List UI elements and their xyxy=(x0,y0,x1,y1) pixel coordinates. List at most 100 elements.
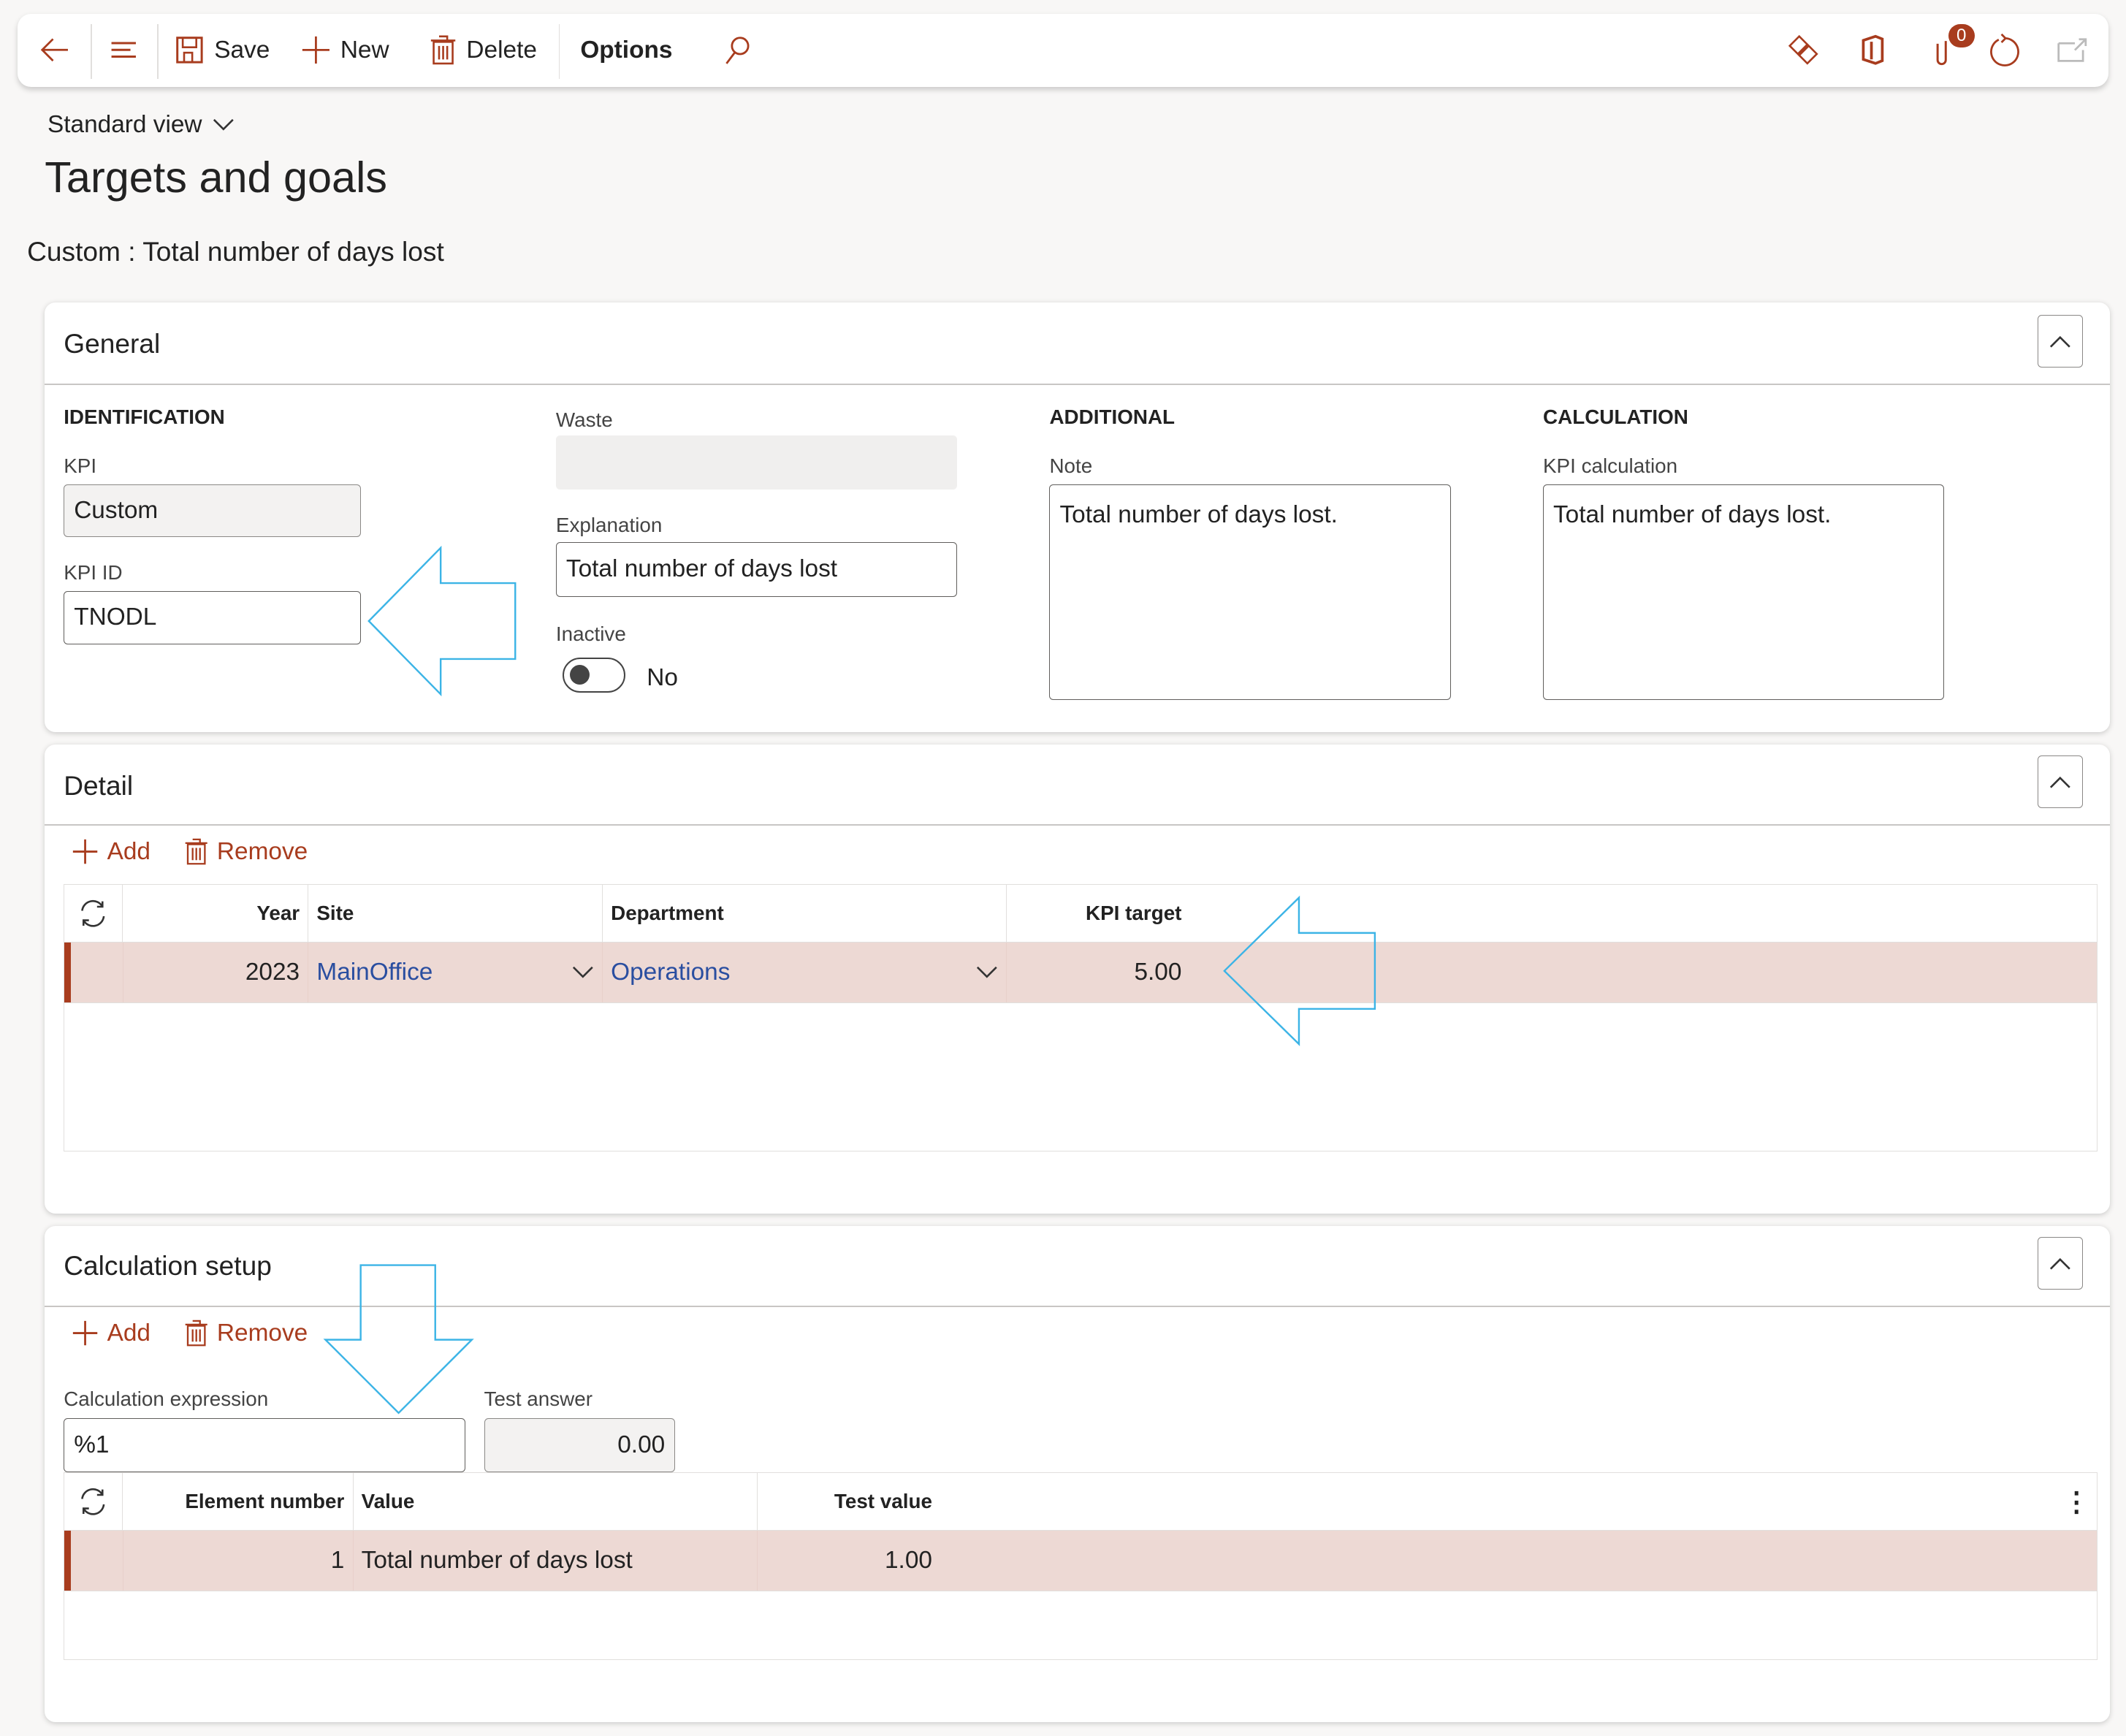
more-options-icon[interactable]: ⋮ xyxy=(2057,1473,2098,1530)
kpi-calculation-label: KPI calculation xyxy=(1543,454,1678,477)
department-link[interactable]: Operations xyxy=(611,959,730,986)
value-cell[interactable]: Total number of days lost xyxy=(354,1531,758,1591)
attachments-button[interactable]: 0 xyxy=(1929,14,1975,87)
calculation-elements-grid: Element number Value Test value ⋮ 1 Tota… xyxy=(64,1472,2098,1660)
calc-remove-button[interactable]: Remove xyxy=(184,1320,308,1347)
calc-add-button[interactable]: Add xyxy=(72,1320,151,1347)
column-value[interactable]: Value xyxy=(354,1473,758,1531)
kpi-calculation-field[interactable]: Total number of days lost. xyxy=(1543,484,1945,700)
new-label: New xyxy=(340,36,389,64)
inactive-label: Inactive xyxy=(555,622,626,645)
test-value-cell[interactable]: 1.00 xyxy=(758,1531,941,1591)
refresh-icon xyxy=(81,1488,105,1515)
popout-icon xyxy=(2057,38,2087,62)
year-cell[interactable]: 2023 xyxy=(123,942,309,1002)
trash-icon xyxy=(186,839,208,865)
chevron-down-icon[interactable] xyxy=(572,966,594,980)
plus-icon xyxy=(302,37,329,64)
chevron-down-icon xyxy=(213,118,235,131)
kpi-id-label: KPI ID xyxy=(64,561,123,585)
calculation-expression-label: Calculation expression xyxy=(64,1387,269,1410)
delete-label: Delete xyxy=(466,36,537,64)
detail-grid: Year Site Department KPI target 2023 Mai… xyxy=(64,884,2098,1151)
kpi-id-field[interactable]: TNODL xyxy=(64,591,361,644)
delete-button[interactable]: Delete xyxy=(430,14,537,87)
collapse-general-button[interactable] xyxy=(2038,314,2083,368)
power-apps-button[interactable] xyxy=(1787,14,1820,87)
refresh-button[interactable] xyxy=(1988,14,2023,87)
site-link[interactable]: MainOffice xyxy=(316,959,433,986)
menu-button[interactable] xyxy=(107,14,140,87)
test-answer-field[interactable]: 0.00 xyxy=(484,1418,676,1473)
hamburger-icon xyxy=(111,42,136,58)
site-cell[interactable]: MainOffice xyxy=(308,942,603,1002)
remove-label: Remove xyxy=(216,837,308,865)
office-icon xyxy=(1862,35,1883,66)
plus-icon xyxy=(73,1321,98,1346)
detail-remove-button[interactable]: Remove xyxy=(184,838,308,866)
column-kpi-target[interactable]: KPI target xyxy=(1007,885,1190,942)
calculation-setup-section: Calculation setup Add Remove Calculation… xyxy=(45,1225,2110,1722)
chevron-up-icon xyxy=(2050,776,2070,788)
office-button[interactable] xyxy=(1858,14,1888,87)
column-year[interactable]: Year xyxy=(123,885,309,942)
calculation-expression-field[interactable]: %1 xyxy=(64,1418,465,1473)
test-answer-label: Test answer xyxy=(484,1387,593,1410)
add-label: Add xyxy=(107,837,151,865)
table-row[interactable]: 2023 MainOffice Operations 5.00 xyxy=(64,941,2098,1003)
calculation-setup-header[interactable]: Calculation setup xyxy=(64,1250,272,1282)
explanation-field[interactable]: Total number of days lost xyxy=(555,542,958,597)
identification-heading: IDENTIFICATION xyxy=(64,405,225,428)
note-field[interactable]: Total number of days lost. xyxy=(1049,484,1451,700)
collapse-detail-button[interactable] xyxy=(2038,755,2083,809)
inactive-toggle[interactable] xyxy=(563,658,625,693)
table-row[interactable]: 1 Total number of days lost 1.00 xyxy=(64,1530,2098,1592)
kpi-target-cell[interactable]: 5.00 xyxy=(1007,943,1190,1002)
save-label: Save xyxy=(214,36,270,64)
back-arrow-icon xyxy=(40,38,68,62)
element-number-cell[interactable]: 1 xyxy=(123,1531,354,1591)
detail-header[interactable]: Detail xyxy=(64,770,133,802)
column-department[interactable]: Department xyxy=(603,885,1007,942)
view-selector-label: Standard view xyxy=(47,111,202,139)
note-label: Note xyxy=(1049,454,1093,477)
department-cell[interactable]: Operations xyxy=(603,942,1007,1002)
attachments-count-badge: 0 xyxy=(1948,24,1975,48)
trash-icon xyxy=(431,35,456,65)
collapse-calculation-setup-button[interactable] xyxy=(2038,1236,2083,1290)
chevron-up-icon xyxy=(2050,1257,2070,1270)
trash-icon xyxy=(186,1320,208,1347)
remove-label: Remove xyxy=(216,1319,308,1347)
open-new-window-button[interactable] xyxy=(2056,14,2089,87)
new-button[interactable]: New xyxy=(301,14,389,87)
general-section: General IDENTIFICATION KPI Custom KPI ID… xyxy=(45,302,2110,733)
view-selector[interactable]: Standard view xyxy=(47,111,235,139)
search-button[interactable] xyxy=(721,14,751,87)
calculation-heading: CALCULATION xyxy=(1543,405,1688,428)
column-site[interactable]: Site xyxy=(308,885,603,942)
chevron-down-icon[interactable] xyxy=(976,966,998,980)
chevron-up-icon xyxy=(2050,335,2070,348)
add-label: Add xyxy=(107,1319,151,1347)
back-button[interactable] xyxy=(39,14,72,87)
kpi-field[interactable]: Custom xyxy=(64,484,361,537)
general-header[interactable]: General xyxy=(64,328,160,359)
additional-heading: ADDITIONAL xyxy=(1049,405,1176,428)
column-test-value[interactable]: Test value xyxy=(758,1473,941,1530)
grid-refresh-button[interactable] xyxy=(64,885,123,942)
refresh-icon xyxy=(1989,33,2019,66)
kpi-label: KPI xyxy=(64,454,97,477)
waste-label: Waste xyxy=(555,408,613,431)
detail-section: Detail Add Remove Year Site Department K… xyxy=(45,744,2110,1214)
column-element-number[interactable]: Element number xyxy=(123,1473,354,1531)
grid-refresh-button[interactable] xyxy=(64,1473,123,1531)
inactive-value: No xyxy=(647,664,678,692)
waste-field[interactable] xyxy=(555,435,958,490)
options-tab[interactable]: Options xyxy=(580,14,672,87)
save-button[interactable]: Save xyxy=(175,14,270,87)
power-apps-icon xyxy=(1788,35,1818,66)
search-icon xyxy=(725,37,750,65)
detail-add-button[interactable]: Add xyxy=(72,838,151,866)
plus-icon xyxy=(73,840,98,864)
action-pane: Save New Delete Options 0 xyxy=(18,13,2108,87)
